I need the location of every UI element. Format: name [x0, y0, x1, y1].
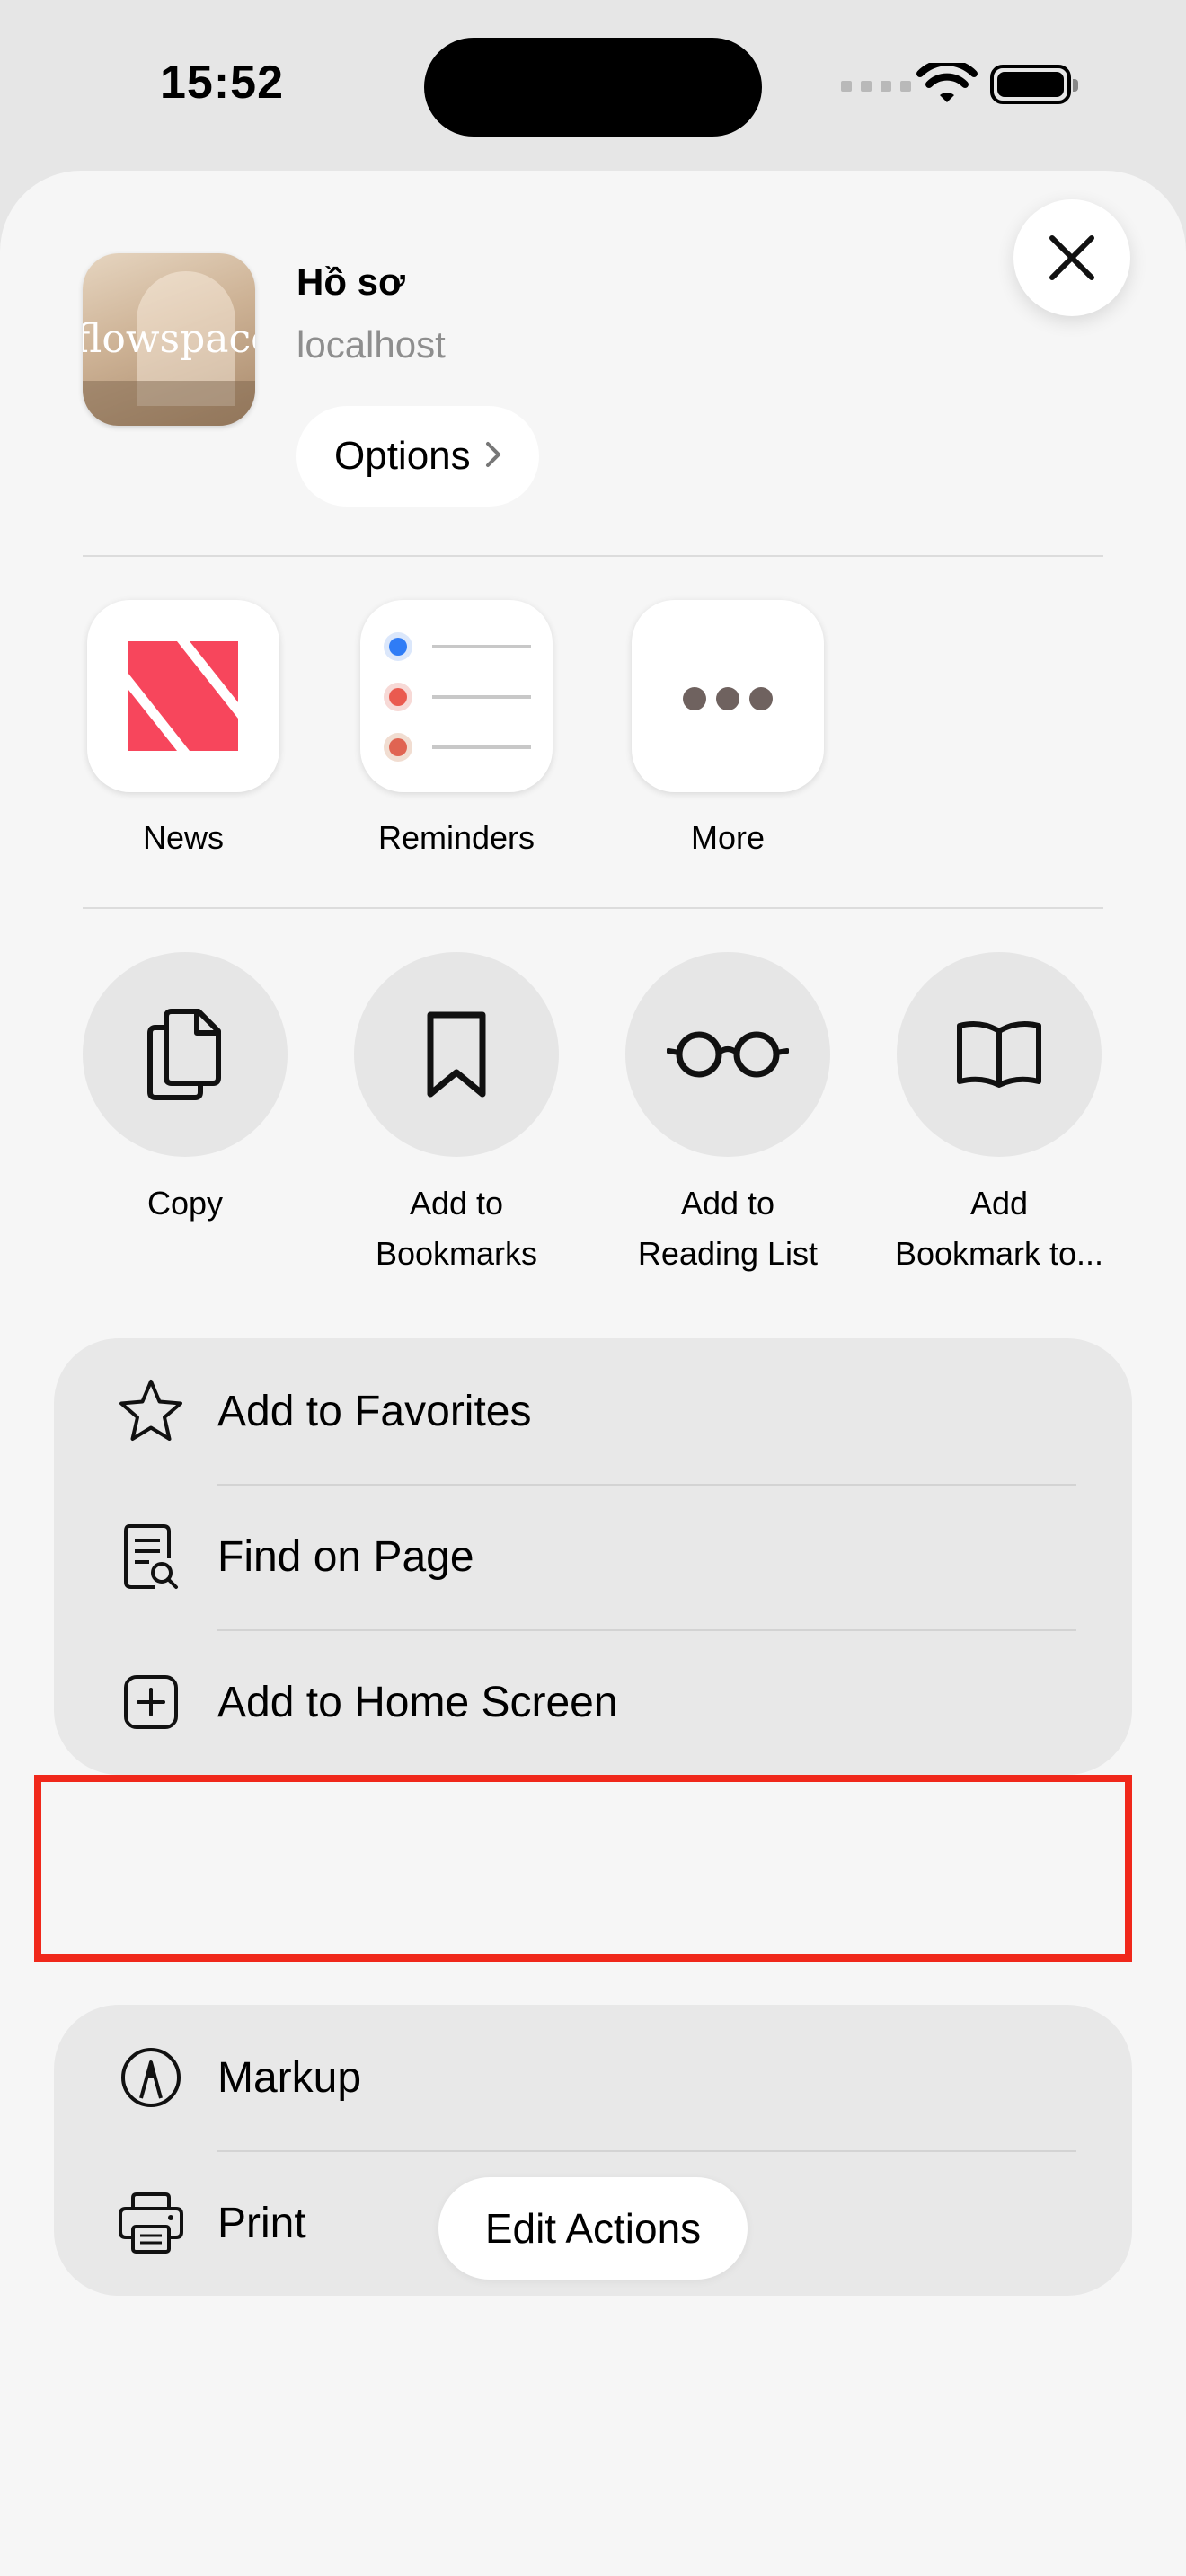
page-title: Hồ sơ [296, 260, 405, 303]
news-icon [87, 600, 279, 792]
action-label-line1: Copy [146, 1185, 224, 1222]
divider [83, 907, 1103, 909]
options-button[interactable]: Options [296, 406, 539, 507]
menu-item-label: Add to Favorites [217, 1387, 532, 1435]
status-bar: 15:52 [0, 0, 1186, 171]
chevron-right-icon [485, 437, 501, 477]
menu-item-find-on-page[interactable]: Find on Page [54, 1484, 1132, 1629]
action-add-reading-list[interactable]: Add to Reading List [611, 952, 845, 1279]
menu-item-label: Markup [217, 2053, 362, 2102]
action-label-line2: Bookmark to... [894, 1235, 1104, 1272]
menu-item-label: Find on Page [217, 1532, 474, 1581]
app-reminders[interactable]: Reminders [358, 600, 555, 857]
action-label-line1: Add to [409, 1185, 504, 1222]
markup-icon [117, 2043, 185, 2112]
more-icon [632, 600, 824, 792]
action-add-bookmark-to[interactable]: Add Bookmark to... [882, 952, 1116, 1279]
app-label: More [690, 819, 766, 856]
menu-item-label: Add to Home Screen [217, 1678, 618, 1726]
thumbnail-text: flowspace [83, 316, 255, 362]
battery-icon [990, 65, 1078, 104]
edit-actions-button[interactable]: Edit Actions [438, 2177, 748, 2280]
menu-item-label: Print [217, 2199, 306, 2247]
book-icon [957, 1021, 1041, 1088]
action-label-line2: Reading List [637, 1235, 819, 1272]
page-host: localhost [296, 323, 446, 366]
find-page-icon [117, 1522, 185, 1591]
menu-item-markup[interactable]: Markup [54, 2005, 1132, 2150]
action-label-line2: Bookmarks [375, 1235, 538, 1272]
star-icon [117, 1377, 185, 1445]
status-time: 15:52 [160, 57, 284, 109]
share-sheet: flowspace Hồ sơ localhost Options News [0, 171, 1186, 2576]
add-square-icon [117, 1668, 185, 1736]
wifi-icon [916, 58, 978, 112]
highlight-box [34, 1775, 1132, 1962]
menu-item-add-to-home-screen[interactable]: Add to Home Screen [54, 1629, 1132, 1775]
glasses-icon [667, 1031, 789, 1078]
cellular-signal-icon [841, 81, 911, 92]
app-label: Reminders [377, 819, 535, 856]
options-label: Options [334, 434, 471, 478]
app-label: News [142, 819, 225, 856]
page-thumbnail: flowspace [83, 253, 255, 426]
dynamic-island [424, 38, 762, 137]
close-button[interactable] [1013, 199, 1130, 316]
action-copy[interactable]: Copy [68, 952, 302, 1229]
app-news[interactable]: News [84, 600, 282, 857]
app-more[interactable]: More [629, 600, 827, 857]
printer-icon [117, 2189, 185, 2257]
action-label-line1: Add [969, 1185, 1029, 1222]
bookmark-icon [427, 1011, 486, 1098]
close-icon [1049, 235, 1094, 280]
reminders-icon [360, 600, 553, 792]
copy-icon [147, 1009, 221, 1100]
menu-group-primary: Add to Favorites Find on Page Add to Hom… [54, 1338, 1132, 1775]
divider [83, 555, 1103, 557]
action-add-bookmarks[interactable]: Add to Bookmarks [340, 952, 573, 1279]
action-label-line1: Add to [680, 1185, 775, 1222]
menu-item-add-to-favorites[interactable]: Add to Favorites [54, 1338, 1132, 1484]
